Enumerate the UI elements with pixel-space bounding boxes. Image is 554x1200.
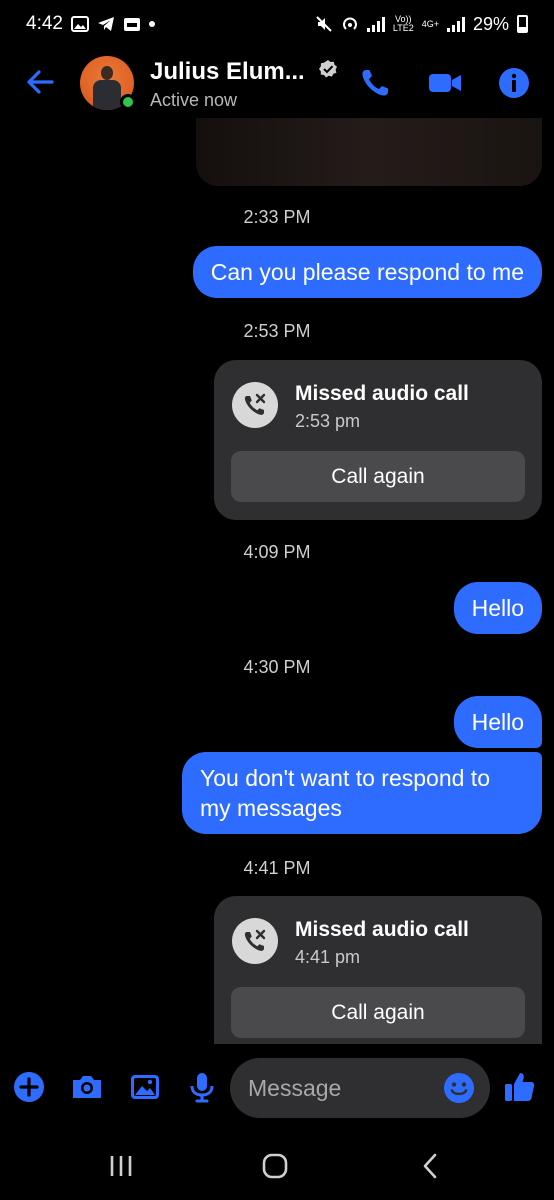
outgoing-message[interactable]: Hello <box>453 696 542 748</box>
emoji-icon[interactable] <box>443 1072 475 1104</box>
missed-call-icon <box>232 382 278 428</box>
missed-call-card: Missed audio call 4:41 pm Call again <box>214 896 542 1044</box>
message-timestamp: 2:53 PM <box>243 321 311 341</box>
call-again-button[interactable]: Call again <box>231 987 525 1038</box>
call-time: 4:41 pm <box>295 947 361 967</box>
outgoing-message[interactable]: Hello <box>453 582 542 634</box>
hotspot-icon <box>342 17 357 30</box>
outgoing-message[interactable]: Can you please respond to me <box>192 246 542 298</box>
verified-badge-icon <box>319 60 337 78</box>
message-composer <box>0 1056 554 1120</box>
message-timestamp: 4:41 PM <box>243 858 311 878</box>
call-title: Missed audio call <box>295 918 469 941</box>
microphone-icon[interactable] <box>185 1070 219 1104</box>
message-timestamp: 4:09 PM <box>243 542 311 562</box>
volte-label: Vo)) LTE2 <box>393 15 414 33</box>
battery-icon <box>517 15 528 33</box>
status-time: 4:42 <box>26 13 63 34</box>
chat-header: Julius Elum... Active now <box>0 50 554 116</box>
gallery-notification-icon <box>70 16 89 32</box>
online-indicator <box>120 94 136 110</box>
thumbs-up-icon[interactable] <box>503 1070 537 1104</box>
avatar[interactable] <box>80 56 136 110</box>
signal-strength-1-icon <box>366 16 385 32</box>
info-icon[interactable] <box>497 66 531 100</box>
app-notification-icon <box>123 18 140 31</box>
status-bar: 4:42 Vo)) LTE2 4G+ 29% <box>0 0 554 48</box>
recent-apps-icon[interactable] <box>104 1152 138 1180</box>
media-message-preview[interactable] <box>196 118 542 186</box>
home-icon[interactable] <box>258 1152 292 1180</box>
phone-icon[interactable] <box>358 66 392 100</box>
call-title: Missed audio call <box>295 382 469 405</box>
gallery-icon[interactable] <box>128 1070 162 1104</box>
active-status: Active now <box>150 90 238 110</box>
telegram-notification-icon <box>97 17 114 31</box>
mute-icon <box>316 16 332 32</box>
contact-name[interactable]: Julius Elum... <box>150 58 305 86</box>
plus-icon[interactable] <box>12 1070 46 1104</box>
message-timestamp: 4:30 PM <box>243 657 311 677</box>
call-again-button[interactable]: Call again <box>231 451 525 502</box>
more-notifications-dot <box>148 21 155 27</box>
missed-call-icon <box>232 918 278 964</box>
network-4g-label: 4G+ <box>421 18 439 29</box>
call-time: 2:53 pm <box>295 411 361 431</box>
battery-percent: 29% <box>472 13 509 34</box>
system-nav-bar <box>0 1132 554 1200</box>
video-camera-icon[interactable] <box>428 66 462 100</box>
signal-strength-2-icon <box>446 16 465 32</box>
message-timestamp: 2:33 PM <box>243 207 311 227</box>
outgoing-message[interactable]: You don't want to respond to my messages <box>182 752 542 834</box>
camera-icon[interactable] <box>70 1070 104 1104</box>
network-label-bottom: LTE2 <box>392 23 414 33</box>
missed-call-card: Missed audio call 2:53 pm Call again <box>214 360 542 520</box>
back-icon[interactable] <box>414 1152 448 1180</box>
back-arrow-icon[interactable] <box>22 64 58 100</box>
